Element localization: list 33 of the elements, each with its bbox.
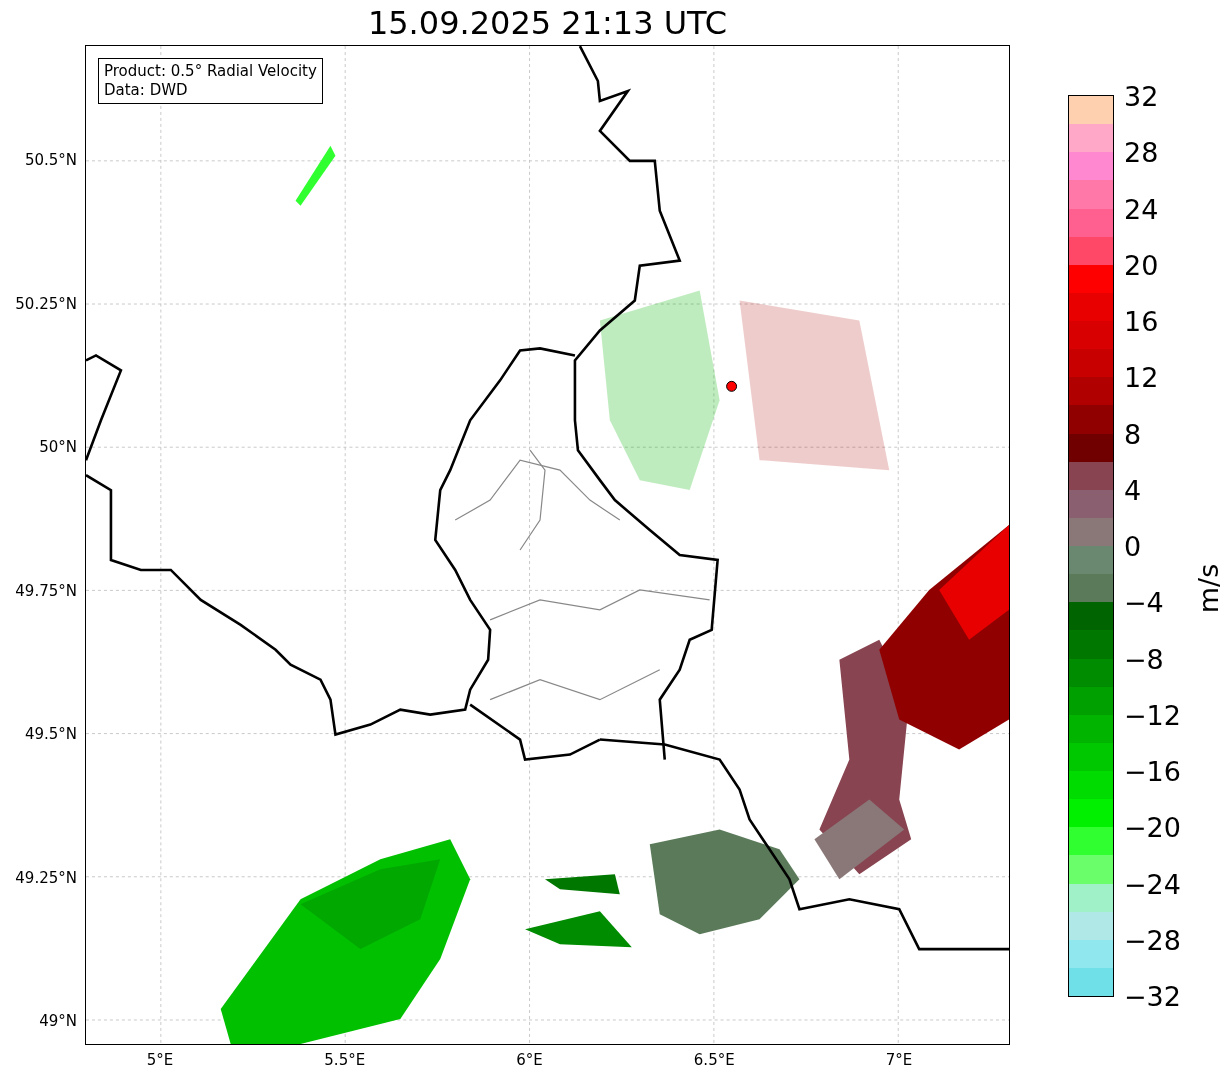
scale-tick-label: 28 — [1124, 136, 1159, 168]
scale-unit-label: m/s — [1193, 563, 1225, 613]
scale-tick-label: −24 — [1124, 868, 1181, 899]
latitude-label: 50.5°N — [24, 151, 77, 169]
longitude-label: 6.5°E — [693, 1051, 735, 1069]
scale-tick-label: 24 — [1124, 193, 1159, 224]
longitude-label: 5.5°E — [324, 1051, 366, 1069]
scale-tick-label: 12 — [1124, 361, 1159, 393]
scale-tick-label: 16 — [1124, 305, 1159, 337]
scale-tick-label: −8 — [1124, 643, 1164, 674]
scale-tick-label: 0 — [1124, 530, 1142, 562]
scale-tick-label: −20 — [1124, 811, 1181, 843]
scale-tick-label: −32 — [1124, 980, 1181, 1012]
scale-tick-label: 20 — [1124, 249, 1159, 281]
longitude-label: 5°E — [146, 1051, 174, 1069]
scale-tick-label: −4 — [1124, 586, 1164, 618]
latitude-label: 49.25°N — [15, 868, 77, 887]
longitude-label: 6°E — [516, 1051, 543, 1069]
scale-tick-label: −16 — [1124, 755, 1181, 787]
latitude-label: 49.5°N — [24, 725, 77, 743]
info-text: Data: DWD — [104, 81, 189, 100]
info-text: Product: 0.5° Radial Velocity — [104, 62, 317, 81]
scale-tick-label: −28 — [1124, 924, 1181, 956]
latitude-label: 50.25°N — [15, 294, 77, 313]
chart-title: 15.09.2025 21:13 UTC — [367, 3, 728, 42]
scale-tick-label: −12 — [1124, 699, 1181, 731]
latitude-label: 49.75°N — [15, 581, 77, 600]
scale-tick-label: 32 — [1124, 80, 1159, 112]
scale-tick-label: 4 — [1124, 474, 1142, 506]
scale-tick-label: 8 — [1124, 418, 1142, 449]
longitude-label: 7°E — [885, 1051, 913, 1069]
latitude-label: 49°N — [39, 1012, 77, 1030]
latitude-label: 50°N — [39, 438, 77, 456]
